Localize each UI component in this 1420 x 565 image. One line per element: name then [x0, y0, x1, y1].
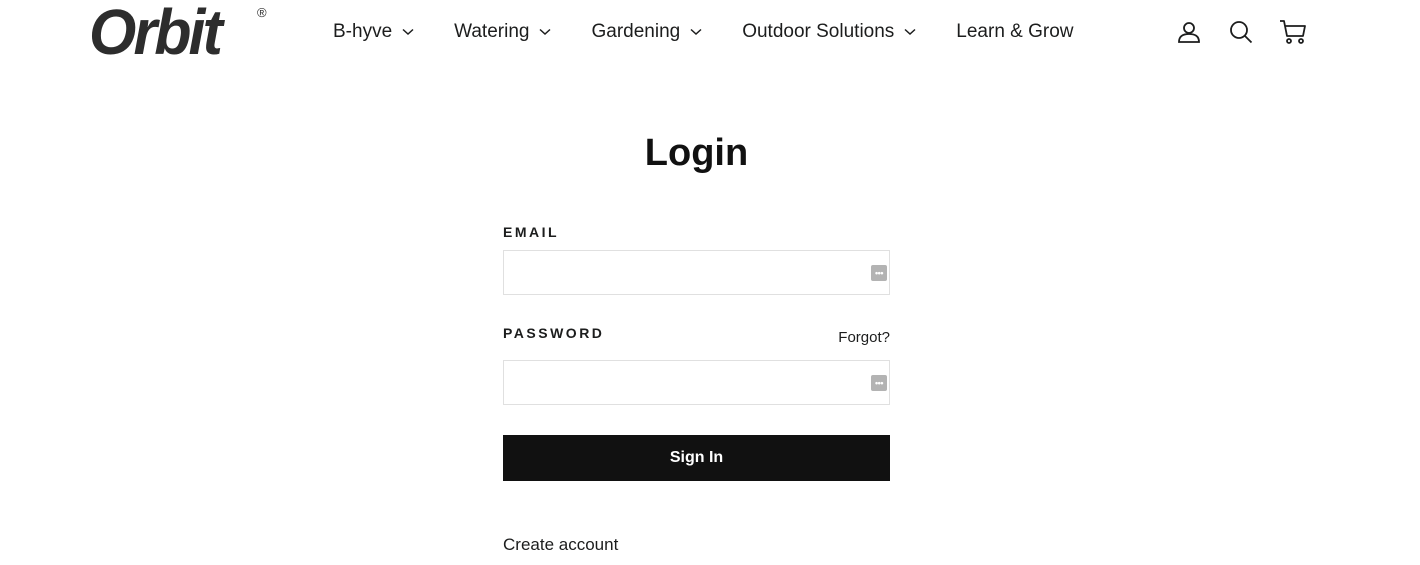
password-field[interactable] [504, 361, 889, 404]
forgot-password-link[interactable]: Forgot? [838, 329, 890, 346]
email-field[interactable] [504, 251, 889, 294]
page-title: Login [644, 132, 749, 174]
password-field-wrapper: ••• [503, 360, 890, 405]
nav-item-label: B-hyve [333, 21, 393, 42]
nav-item-outdoor-solutions[interactable]: Outdoor Solutions [742, 21, 916, 43]
search-icon[interactable] [1227, 18, 1255, 46]
login-form: Login EMAIL ••• PASSWORD Forgot? ••• Sig… [503, 128, 890, 554]
create-account-link[interactable]: Create account [503, 535, 618, 555]
nav-item-label: Outdoor Solutions [742, 21, 895, 42]
nav-item-b-hyve[interactable]: B-hyve [333, 21, 414, 43]
chevron-down-icon [690, 28, 702, 36]
site-header: Orbit ® B-hyve Watering Gardening Outdoo… [0, 0, 1420, 70]
nav-item-label: Learn & Grow [956, 21, 1074, 42]
header-icons [1175, 18, 1307, 46]
nav-item-gardening[interactable]: Gardening [591, 21, 702, 43]
sign-in-button[interactable]: Sign In [503, 435, 890, 481]
main-nav: B-hyve Watering Gardening Outdoor Soluti… [333, 18, 1114, 46]
account-icon[interactable] [1175, 18, 1203, 46]
registered-mark: ® [257, 5, 267, 20]
logo-text: Orbit [89, 0, 223, 68]
password-manager-icon[interactable]: ••• [871, 375, 887, 391]
chevron-down-icon [904, 28, 916, 36]
nav-item-watering[interactable]: Watering [454, 21, 551, 43]
cart-icon[interactable] [1279, 18, 1307, 46]
password-manager-icon[interactable]: ••• [871, 265, 887, 281]
chevron-down-icon [539, 28, 551, 36]
chevron-down-icon [402, 28, 414, 36]
email-field-wrapper: ••• [503, 250, 890, 295]
nav-item-label: Gardening [591, 21, 681, 42]
nav-item-label: Watering [454, 21, 530, 42]
nav-item-learn-grow[interactable]: Learn & Grow [956, 21, 1073, 43]
password-label: PASSWORD [503, 325, 605, 341]
orbit-logo[interactable]: Orbit ® [89, 0, 267, 68]
email-label: EMAIL [503, 224, 560, 240]
